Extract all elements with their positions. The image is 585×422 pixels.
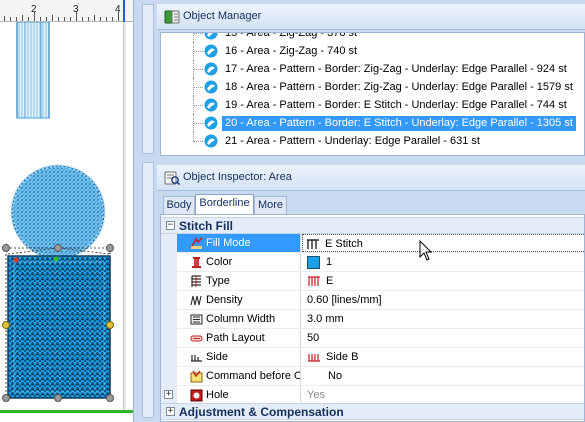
e-stitch-pattern-icon xyxy=(307,239,319,249)
tab-borderline[interactable]: Borderline xyxy=(195,194,254,214)
embroidery-design[interactable] xyxy=(0,22,123,410)
expand-toggle[interactable]: + xyxy=(166,407,175,416)
object-inspector-icon xyxy=(164,171,180,186)
object-list-item-label: 20 - Area - Pattern - Border: E Stitch -… xyxy=(222,116,576,131)
object-list-item-label: 16 - Area - Zig-Zag - 740 st xyxy=(225,45,358,57)
hole-icon xyxy=(190,389,203,402)
object-list-item-selected[interactable]: 20 - Area - Pattern - Border: E Stitch -… xyxy=(161,114,584,132)
property-name: Color xyxy=(177,253,301,271)
e-type-icon xyxy=(308,276,320,286)
property-row-color[interactable]: Color 1 xyxy=(177,253,584,272)
object-inspector-title: Object Inspector: Area xyxy=(183,171,292,183)
canvas-hoop-edge xyxy=(0,410,133,422)
pane-splitter[interactable] xyxy=(133,0,157,422)
object-list-item-label: 18 - Area - Pattern - Border: Zig-Zag - … xyxy=(225,81,573,93)
command-icon xyxy=(190,370,203,383)
ruler-label: 3 xyxy=(73,4,79,15)
property-value[interactable]: E xyxy=(304,272,333,290)
object-manager-titlebar[interactable]: Object Manager xyxy=(157,4,585,30)
object-list-item-label: 15 - Area - Zig-Zag - 378 st xyxy=(225,32,358,39)
splitter-pane-bottom xyxy=(142,162,154,418)
object-manager-icon xyxy=(164,10,180,24)
object-inspector-titlebar[interactable]: Object Inspector: Area xyxy=(157,165,585,191)
inspector-tabs: Body Borderline More xyxy=(160,194,585,214)
property-name: Path Layout xyxy=(177,329,301,347)
expand-toggle[interactable]: + xyxy=(164,390,173,399)
property-value[interactable]: 50 xyxy=(304,329,319,347)
property-value[interactable]: Side B xyxy=(304,348,358,366)
type-icon xyxy=(191,275,201,287)
object-list-item[interactable]: 16 - Area - Zig-Zag - 740 st xyxy=(161,42,584,60)
density-icon xyxy=(190,295,202,306)
property-row-path-layout[interactable]: Path Layout 50 xyxy=(177,329,584,348)
area-object-icon xyxy=(204,44,218,58)
property-row-column-width[interactable]: Column Width 3.0 mm xyxy=(177,310,584,329)
side-b-icon xyxy=(308,354,320,362)
property-name: Hole xyxy=(177,386,301,404)
property-name: Side xyxy=(177,348,301,366)
area-object-icon xyxy=(204,33,218,40)
category-label: Adjustment & Compensation xyxy=(179,405,344,419)
splitter-pane-top xyxy=(142,4,154,154)
object-manager-title: Object Manager xyxy=(183,10,262,22)
property-name: Type xyxy=(177,272,301,290)
tab-body[interactable]: Body xyxy=(163,196,195,214)
canvas-vertical-scroll-edge[interactable] xyxy=(123,22,126,410)
property-row-command-before[interactable]: Command before O No xyxy=(177,367,584,386)
area-object-icon xyxy=(204,62,218,76)
object-list-item[interactable]: 15 - Area - Zig-Zag - 378 st xyxy=(161,32,584,42)
category-adjustment-compensation[interactable]: + Adjustment & Compensation xyxy=(161,403,584,420)
property-row-side[interactable]: Side Side B xyxy=(177,348,584,367)
design-canvas[interactable]: 2 3 4 xyxy=(0,0,133,422)
color-swatch[interactable] xyxy=(307,256,320,269)
property-grid: − Stitch Fill Fill Mode E Stitch Color 1 xyxy=(160,214,585,422)
object-list-item[interactable]: 19 - Area - Pattern - Border: E Stitch -… xyxy=(161,96,584,114)
property-grid-margin xyxy=(161,234,177,406)
property-row-fill-mode[interactable]: Fill Mode E Stitch xyxy=(177,234,584,253)
area-object-icon xyxy=(204,134,218,148)
ruler-label: 4 xyxy=(115,4,121,15)
color-spool-icon xyxy=(192,257,201,268)
object-list-item[interactable]: 17 - Area - Pattern - Border: Zig-Zag - … xyxy=(161,60,584,78)
ruler-position-marker xyxy=(123,0,125,22)
docking-panel: Object Manager 15 - Area - Zig-Zag - 378… xyxy=(157,0,585,422)
property-value[interactable]: No xyxy=(304,367,342,385)
property-name: Fill Mode xyxy=(177,234,301,252)
property-value[interactable]: 1 xyxy=(304,253,332,271)
mouse-cursor-icon xyxy=(419,240,433,261)
ruler-label: 2 xyxy=(31,4,37,15)
property-name: Density xyxy=(177,291,301,309)
property-name: Column Width xyxy=(177,310,301,328)
property-value[interactable]: 3.0 mm xyxy=(304,310,344,328)
object-list-item[interactable]: 18 - Area - Pattern - Border: Zig-Zag - … xyxy=(161,78,584,96)
object-list-item-label: 19 - Area - Pattern - Border: E Stitch -… xyxy=(225,99,567,111)
object-list[interactable]: 15 - Area - Zig-Zag - 378 st 16 - Area -… xyxy=(160,32,585,156)
category-stitch-fill[interactable]: − Stitch Fill xyxy=(161,217,584,234)
property-name: Command before O xyxy=(177,367,301,385)
category-label: Stitch Fill xyxy=(179,219,233,233)
property-value[interactable]: E Stitch xyxy=(302,234,584,252)
object-list-item-label: 17 - Area - Pattern - Border: Zig-Zag - … xyxy=(225,63,567,75)
fill-mode-icon xyxy=(190,237,203,249)
horizontal-ruler: 2 3 4 xyxy=(0,0,133,22)
area-object-icon xyxy=(204,80,218,94)
object-list-item[interactable]: 21 - Area - Pattern - Underlay: Edge Par… xyxy=(161,132,584,150)
object-list-item-label: 21 - Area - Pattern - Underlay: Edge Par… xyxy=(225,135,480,147)
property-row-density[interactable]: Density 0.60 [lines/mm] xyxy=(177,291,584,310)
tab-more[interactable]: More xyxy=(254,196,287,214)
collapse-toggle[interactable]: − xyxy=(166,221,175,230)
property-value[interactable]: 0.60 [lines/mm] xyxy=(304,291,382,309)
property-value[interactable]: Yes xyxy=(304,386,325,404)
path-layout-icon xyxy=(190,335,203,342)
side-icon xyxy=(191,355,202,362)
property-row-type[interactable]: Type E xyxy=(177,272,584,291)
column-width-icon xyxy=(190,314,203,325)
area-object-icon xyxy=(204,116,218,130)
selected-rectangle-object[interactable] xyxy=(2,244,114,402)
upper-stitch-block[interactable] xyxy=(16,22,50,119)
area-object-icon xyxy=(204,98,218,112)
